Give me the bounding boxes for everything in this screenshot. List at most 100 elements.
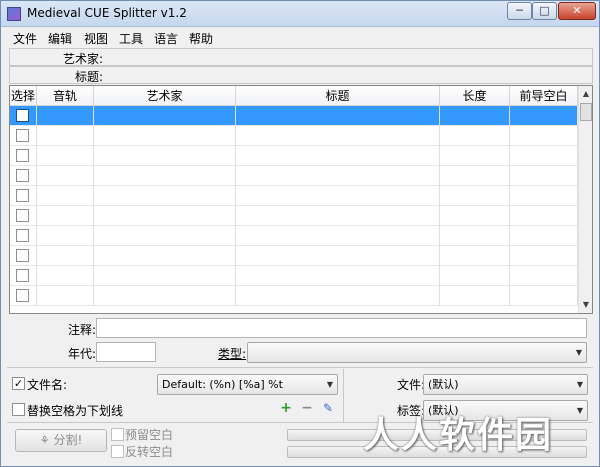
table-cell xyxy=(236,266,440,286)
comment-input[interactable] xyxy=(96,318,587,338)
menu-tools[interactable]: 工具 xyxy=(119,30,143,47)
column-artist[interactable]: 艺术家 xyxy=(94,86,236,106)
column-length[interactable]: 长度 xyxy=(440,86,510,106)
chevron-down-icon: ▼ xyxy=(576,380,583,389)
table-cell xyxy=(440,286,510,306)
album-title-row: 标题: xyxy=(9,66,593,84)
table-cell xyxy=(440,186,510,206)
table-row[interactable] xyxy=(10,226,578,246)
filename-checkbox[interactable]: ✓ xyxy=(12,377,25,390)
file-label: 文件: xyxy=(397,378,426,392)
close-button[interactable]: ✕ xyxy=(558,2,596,20)
edit-icon[interactable]: ✎ xyxy=(320,400,336,416)
menu-language[interactable]: 语言 xyxy=(154,30,178,47)
preserve-silence-checkbox[interactable] xyxy=(111,428,124,441)
split-button[interactable]: ⚘ 分割! xyxy=(15,429,107,452)
album-artist-row: 艺术家: xyxy=(9,48,593,66)
table-cell xyxy=(94,166,236,186)
track-select-checkbox[interactable] xyxy=(16,209,29,222)
table-cell xyxy=(10,106,37,126)
maximize-button[interactable]: □ xyxy=(532,2,557,20)
scroll-down-arrow[interactable]: ▼ xyxy=(579,297,592,313)
divider xyxy=(7,367,593,368)
menu-help[interactable]: 帮助 xyxy=(189,30,213,47)
track-select-checkbox[interactable] xyxy=(16,249,29,262)
table-cell xyxy=(510,206,578,226)
file-select-value: (默认) xyxy=(428,378,459,391)
title-bar: Medieval CUE Splitter v1.2 ─ □ ✕ xyxy=(1,1,599,27)
table-cell xyxy=(440,206,510,226)
table-cell xyxy=(37,106,94,126)
column-select[interactable]: 选择 xyxy=(10,86,37,106)
scroll-thumb[interactable] xyxy=(580,103,592,121)
table-row[interactable] xyxy=(10,206,578,226)
split-label: 分割! xyxy=(53,433,83,447)
table-cell xyxy=(510,186,578,206)
column-pregap[interactable]: 前导空白 xyxy=(510,86,578,106)
table-row[interactable] xyxy=(10,246,578,266)
year-input[interactable] xyxy=(96,342,156,362)
track-select-checkbox[interactable] xyxy=(16,189,29,202)
scroll-up-arrow[interactable]: ▲ xyxy=(579,86,592,102)
table-cell xyxy=(37,226,94,246)
main-window: Medieval CUE Splitter v1.2 ─ □ ✕ 文件 编辑 视… xyxy=(0,0,600,467)
filename-format-value: Default: (%n) [%a] %t xyxy=(162,378,283,391)
table-cell xyxy=(94,286,236,306)
table-cell xyxy=(510,246,578,266)
table-scrollbar[interactable]: ▲ ▼ xyxy=(578,86,592,313)
table-row[interactable] xyxy=(10,186,578,206)
table-cell xyxy=(236,146,440,166)
table-header: 选择 音轨 艺术家 标题 长度 前导空白 xyxy=(10,86,578,106)
table-cell xyxy=(236,226,440,246)
album-artist-label: 艺术家: xyxy=(62,52,103,66)
table-row[interactable] xyxy=(10,166,578,186)
table-row[interactable] xyxy=(10,286,578,306)
filename-label: 文件名: xyxy=(27,378,68,392)
watermark-text: 人人软件园 xyxy=(363,415,554,456)
replace-spaces-label: 替换空格为下划线 xyxy=(27,404,124,418)
vertical-divider xyxy=(343,369,344,422)
table-row[interactable] xyxy=(10,266,578,286)
replace-spaces-checkbox[interactable] xyxy=(12,403,25,416)
track-select-checkbox[interactable] xyxy=(16,269,29,282)
table-row[interactable] xyxy=(10,126,578,146)
table-cell xyxy=(37,266,94,286)
table-cell xyxy=(440,166,510,186)
track-select-checkbox[interactable] xyxy=(16,289,29,302)
reverse-silence-label: 反转空白 xyxy=(125,445,174,459)
filename-format-select[interactable]: Default: (%n) [%a] %t ▼ xyxy=(157,374,338,395)
table-cell xyxy=(236,126,440,146)
table-cell xyxy=(236,106,440,126)
table-cell xyxy=(94,126,236,146)
split-icon: ⚘ xyxy=(39,434,50,447)
table-body xyxy=(10,106,578,313)
table-cell xyxy=(10,206,37,226)
window-title: Medieval CUE Splitter v1.2 xyxy=(27,6,187,20)
table-row[interactable] xyxy=(10,146,578,166)
genre-select[interactable]: ▼ xyxy=(247,342,587,363)
minimize-button[interactable]: ─ xyxy=(507,2,532,20)
reverse-silence-checkbox[interactable] xyxy=(111,445,124,458)
menu-file[interactable]: 文件 xyxy=(13,30,37,47)
add-icon[interactable]: + xyxy=(278,400,294,416)
table-cell xyxy=(94,106,236,126)
track-select-checkbox[interactable] xyxy=(16,109,29,122)
track-select-checkbox[interactable] xyxy=(16,169,29,182)
table-row[interactable] xyxy=(10,106,578,126)
menu-view[interactable]: 视图 xyxy=(84,30,108,47)
track-table[interactable]: 选择 音轨 艺术家 标题 长度 前导空白 ▲ ▼ xyxy=(9,85,593,314)
table-cell xyxy=(510,266,578,286)
table-cell xyxy=(37,166,94,186)
column-track[interactable]: 音轨 xyxy=(37,86,94,106)
table-cell xyxy=(10,226,37,246)
table-cell xyxy=(94,206,236,226)
chevron-down-icon: ▼ xyxy=(326,380,333,389)
track-select-checkbox[interactable] xyxy=(16,229,29,242)
column-title[interactable]: 标题 xyxy=(236,86,440,106)
menu-edit[interactable]: 编辑 xyxy=(48,30,72,47)
remove-icon[interactable]: − xyxy=(299,400,315,416)
track-select-checkbox[interactable] xyxy=(16,149,29,162)
file-select[interactable]: (默认) ▼ xyxy=(423,374,588,395)
table-cell xyxy=(440,226,510,246)
track-select-checkbox[interactable] xyxy=(16,129,29,142)
